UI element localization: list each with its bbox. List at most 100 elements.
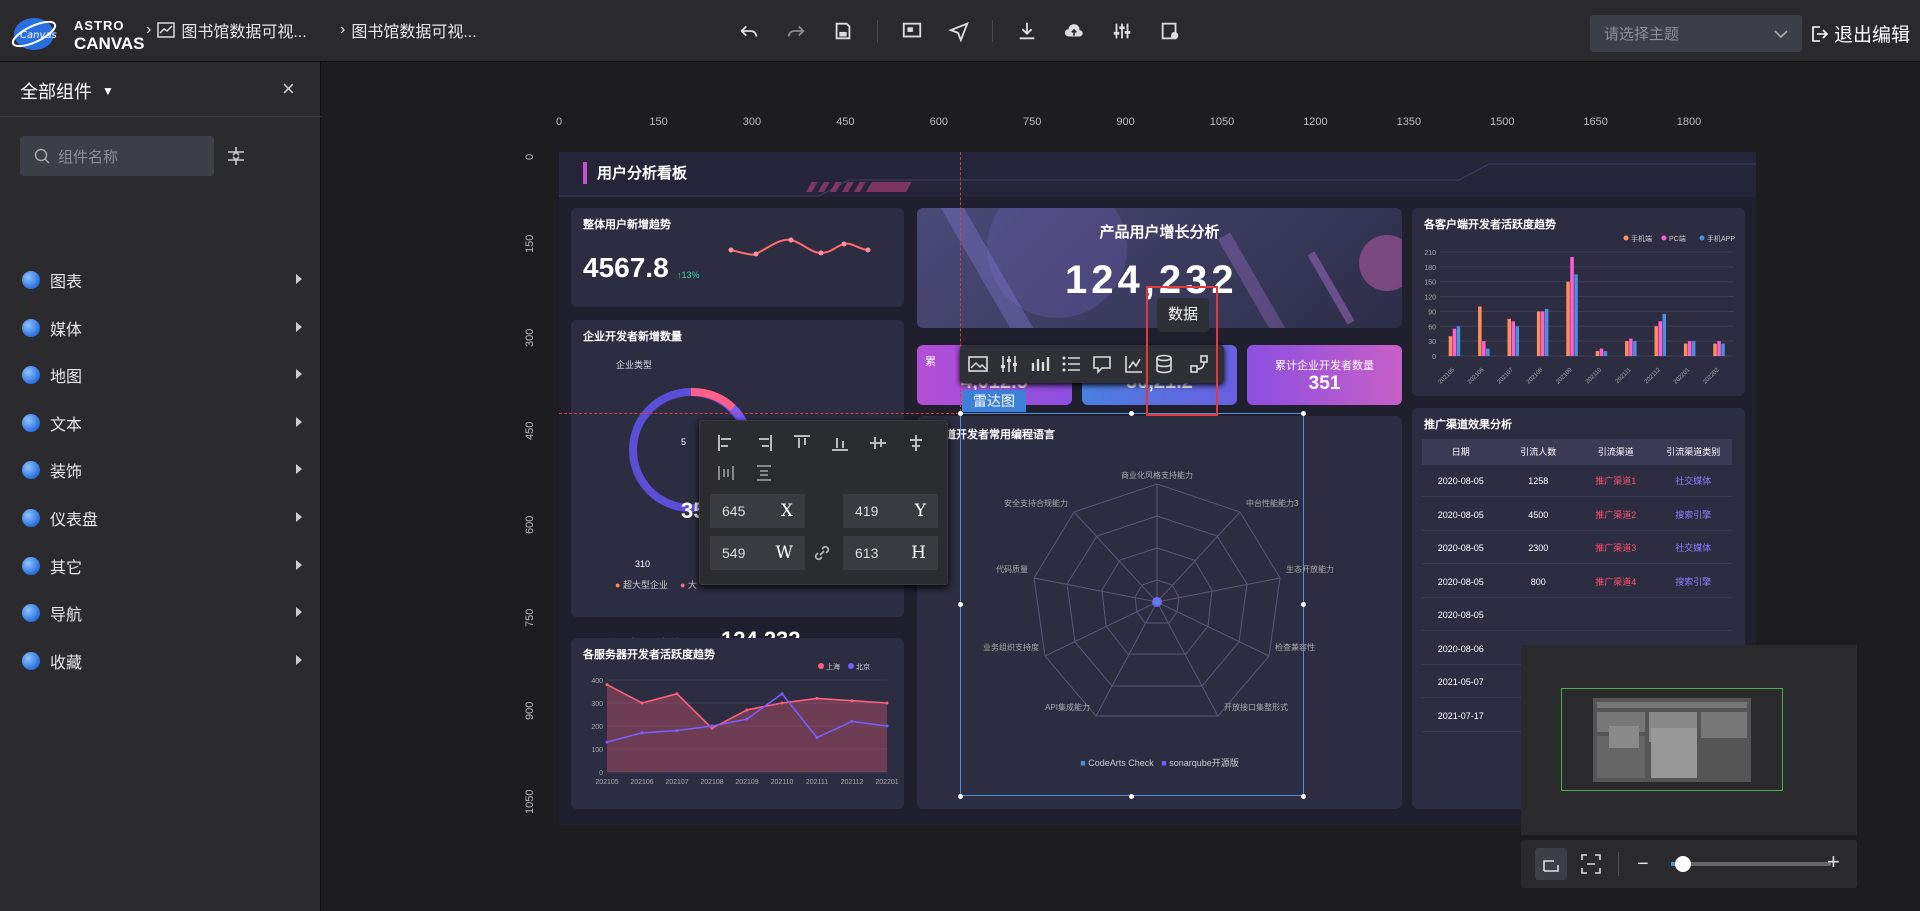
align-right-icon[interactable] xyxy=(754,433,774,453)
resize-handle[interactable] xyxy=(1301,602,1306,607)
download-button[interactable] xyxy=(1013,17,1041,45)
component-panel-title[interactable]: 全部组件 ▼ xyxy=(20,78,114,104)
comment-button[interactable] xyxy=(1091,353,1113,375)
height-field[interactable]: 613 H xyxy=(843,536,938,570)
settings-sliders-button[interactable] xyxy=(1108,17,1136,45)
align-middle-icon[interactable] xyxy=(868,433,888,453)
dashboard-title: 用户分析看板 xyxy=(597,165,688,182)
ruler-horizontal: 0 150 300 450 600 750 900 1050 1200 1350 1500 1650 1… xyxy=(556,112,1756,132)
align-bottom-icon[interactable] xyxy=(830,433,850,453)
zoom-out-button[interactable]: − xyxy=(1637,852,1649,876)
table-row[interactable]: 2020-08-05 1258 推广渠道1 社交媒体 xyxy=(1422,465,1732,497)
category-7[interactable]: 导航 xyxy=(22,598,302,628)
x-tick-label: 202106 xyxy=(1467,367,1486,386)
category-icon xyxy=(22,556,40,575)
chevron-right-icon: › xyxy=(340,21,346,38)
table-row[interactable]: 2020-08-05 4500 推广渠道2 搜索引擎 xyxy=(1422,499,1732,531)
resize-handle[interactable] xyxy=(958,794,963,799)
table-row[interactable]: 2020-08-05 xyxy=(1422,599,1732,631)
data-config-button[interactable] xyxy=(1156,17,1184,45)
category-5[interactable]: 仪表盘 xyxy=(22,503,302,533)
ruler-tick: 1050 xyxy=(524,789,536,814)
width-field[interactable]: 549 W xyxy=(710,536,805,570)
zoom-slider-handle[interactable] xyxy=(1675,856,1691,872)
kpi-card-3[interactable]: 累计企业开发者数量 351 xyxy=(1247,345,1402,405)
category-0[interactable]: 图表 xyxy=(22,265,302,295)
minimap[interactable] xyxy=(1521,645,1857,835)
bar xyxy=(1603,351,1608,356)
chart-type-button[interactable] xyxy=(1029,353,1051,375)
align-center-icon[interactable] xyxy=(906,433,926,453)
distribute-horizontal-icon[interactable] xyxy=(716,463,736,483)
donut-legend: ● 超大型企业 ● 大 xyxy=(615,580,697,590)
settings-button[interactable] xyxy=(998,353,1020,375)
app-logo[interactable]: Canvas ASTRO CANVAS xyxy=(8,8,158,56)
legend-item: 大 xyxy=(687,580,697,590)
selection-box[interactable] xyxy=(960,413,1304,796)
undo-button[interactable] xyxy=(735,17,763,45)
align-top-icon[interactable] xyxy=(792,433,812,453)
legend-swatch xyxy=(818,663,824,669)
redo-icon xyxy=(787,25,805,37)
bar-chart: 210 180 150 120 90 60 30 0202105 202106 202107 202… xyxy=(1424,234,1735,386)
table-row[interactable]: 2020-08-05 2300 推广渠道3 社交媒体 xyxy=(1422,532,1732,564)
caret-right-icon xyxy=(296,416,302,427)
category-icon xyxy=(22,604,40,623)
legend-title: 企业类型 xyxy=(616,360,653,370)
category-8[interactable]: 收藏 xyxy=(22,646,302,676)
theme-select[interactable]: 请选择主题 xyxy=(1590,15,1802,52)
image-style-icon xyxy=(968,356,988,372)
x-tick-label: 202201 xyxy=(875,779,898,786)
y-tick-label: 210 xyxy=(1424,250,1436,257)
category-1[interactable]: 媒体 xyxy=(22,313,302,343)
config-icon xyxy=(1161,22,1179,40)
donut-label-1: 5 xyxy=(681,437,687,447)
save-button[interactable] xyxy=(829,17,857,45)
category-6[interactable]: 其它 xyxy=(22,551,302,581)
breadcrumb-item-1[interactable]: › 图书馆数据可视... xyxy=(146,18,307,42)
x-field[interactable]: 645 X xyxy=(710,494,805,528)
new-user-card[interactable]: 整体用户新增趋势 4567.8 ↑13% xyxy=(571,208,904,307)
column-header: 引流人数 xyxy=(1520,447,1557,457)
table-row[interactable]: 2020-08-05 800 推广渠道4 搜索引擎 xyxy=(1422,566,1732,598)
category-4[interactable]: 装饰 xyxy=(22,455,302,485)
category-3[interactable]: 文本 xyxy=(22,408,302,438)
x-tick-label: 202111 xyxy=(1615,367,1633,385)
resize-handle[interactable] xyxy=(1301,794,1306,799)
publish-button[interactable] xyxy=(945,17,973,45)
y-field[interactable]: 419 Y xyxy=(843,494,938,528)
breadcrumb-item-2[interactable]: › 图书馆数据可视... xyxy=(340,18,477,42)
redo-button[interactable] xyxy=(782,17,810,45)
data-point xyxy=(710,724,714,728)
resize-handle[interactable] xyxy=(958,602,963,607)
fullscreen-icon[interactable] xyxy=(1579,852,1603,876)
lock-ratio-link-icon[interactable] xyxy=(812,543,832,563)
close-icon[interactable]: × xyxy=(282,76,295,102)
axis-button[interactable] xyxy=(1122,353,1144,375)
upload-cloud-button[interactable] xyxy=(1060,17,1088,45)
exit-edit-button[interactable]: 退出编辑 xyxy=(1810,20,1910,47)
style-button[interactable] xyxy=(967,353,989,375)
bar-chart-icon xyxy=(1031,357,1050,371)
category-2[interactable]: 地图 xyxy=(22,360,302,390)
client-activity-card[interactable]: 各客户端开发者活跃度趋势 210 180 150 120 90 60 30 0 202105 20… xyxy=(1412,208,1745,396)
component-search-input[interactable]: 组件名称 xyxy=(20,136,214,176)
fit-screen-button[interactable] xyxy=(1535,848,1567,880)
sparkline xyxy=(728,237,871,257)
bar xyxy=(1478,306,1482,356)
distribute-vertical-icon[interactable] xyxy=(754,463,774,483)
resize-handle[interactable] xyxy=(1129,411,1134,416)
zoom-slider[interactable] xyxy=(1671,856,1831,872)
table-cell: 1258 xyxy=(1528,476,1549,486)
server-activity-card[interactable]: 各服务器开发者活跃度趋势 400 300 200 100 0 202105 202106 20… xyxy=(571,638,904,809)
bar xyxy=(1486,348,1490,356)
resize-handle[interactable] xyxy=(1129,794,1134,799)
preview-button[interactable] xyxy=(898,17,926,45)
align-left-icon[interactable] xyxy=(716,433,736,453)
list-button[interactable] xyxy=(1060,353,1082,375)
zoom-in-button[interactable]: + xyxy=(1827,850,1840,874)
download-icon xyxy=(1019,22,1035,40)
collapse-filter-icon[interactable] xyxy=(224,144,248,168)
bar xyxy=(1574,274,1578,356)
resize-handle[interactable] xyxy=(1301,411,1306,416)
